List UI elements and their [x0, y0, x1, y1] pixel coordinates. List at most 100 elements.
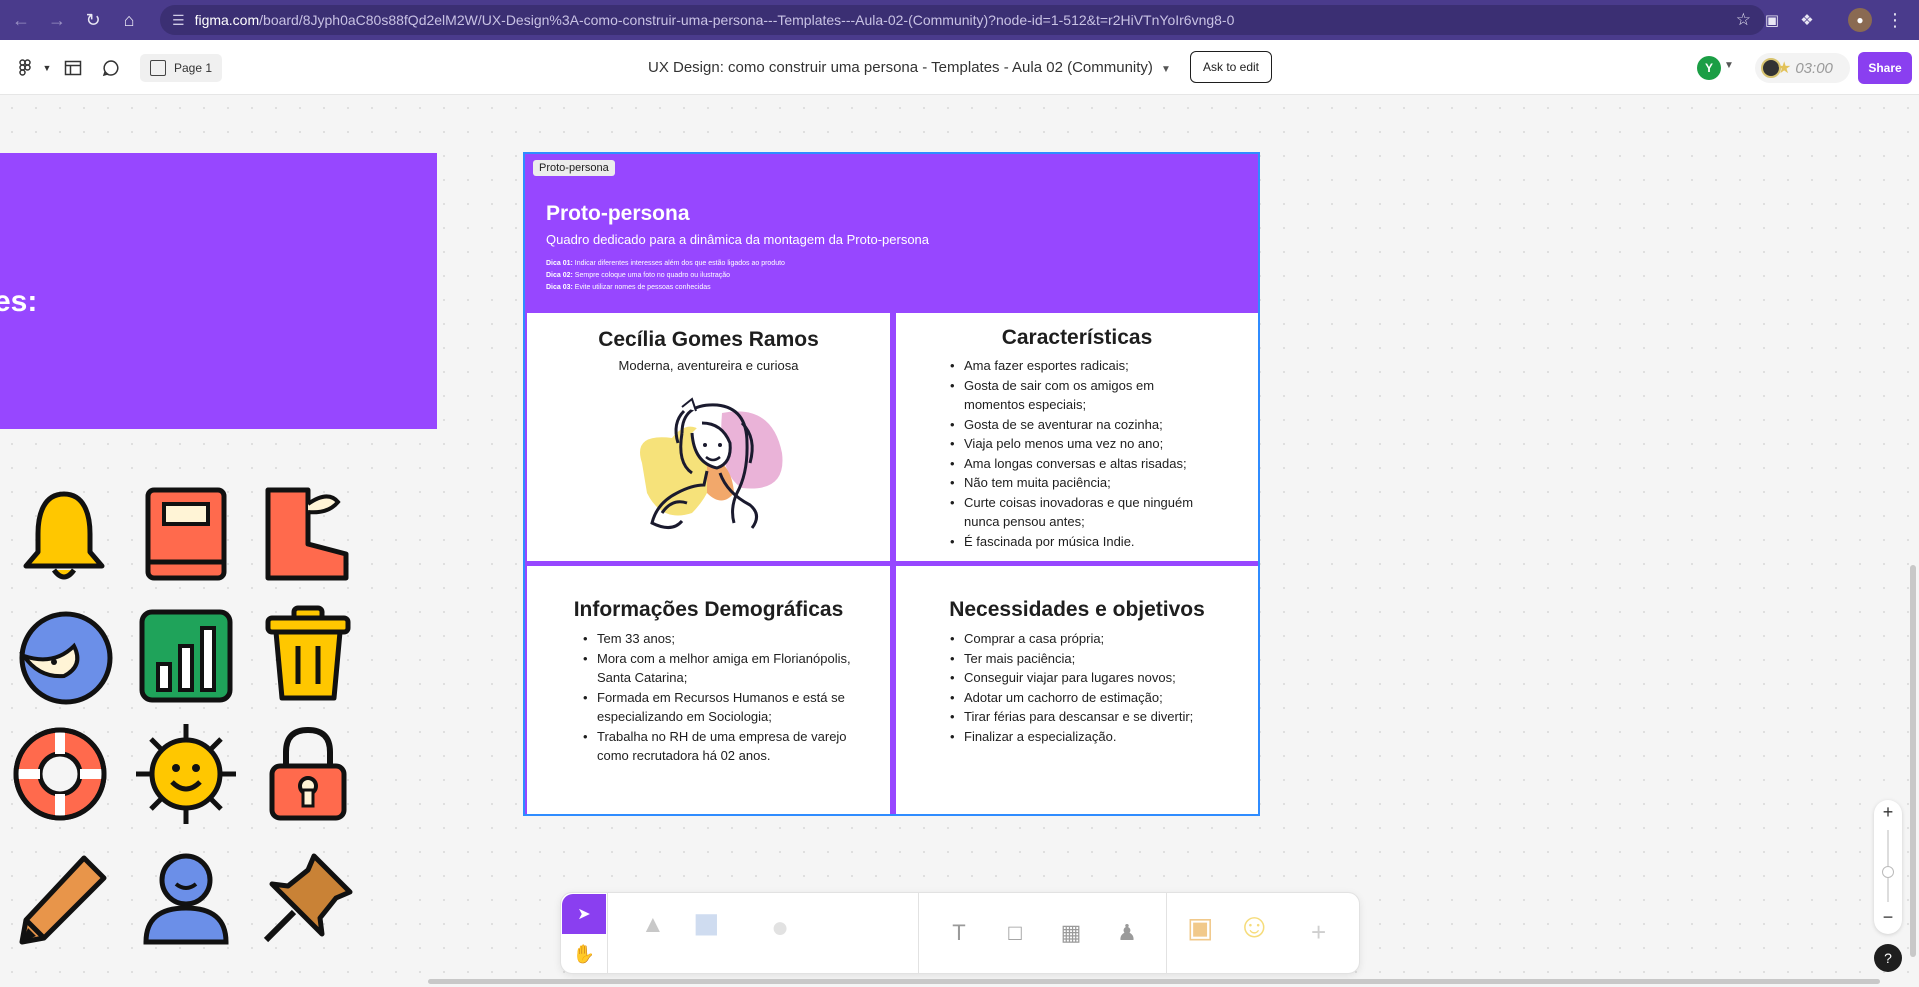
- reload-icon[interactable]: ↻: [78, 5, 108, 35]
- canvas[interactable]: es: Proto-persona Proto-persona Quadro d…: [0, 96, 1919, 987]
- layout-panel-icon[interactable]: [60, 55, 86, 81]
- list-item: Tirar férias para descansar e se diverti…: [950, 707, 1230, 727]
- profile-avatar[interactable]: ●: [1848, 8, 1872, 32]
- list-item: Ter mais paciência;: [950, 649, 1230, 669]
- user-avatar[interactable]: Y: [1697, 56, 1721, 80]
- cursor-tool-icon[interactable]: ➤: [562, 894, 606, 934]
- page-selector[interactable]: Page 1: [140, 54, 223, 82]
- persona-illustration[interactable]: [622, 393, 792, 543]
- pencil-icon[interactable]: [14, 848, 114, 948]
- padlock-icon[interactable]: [258, 724, 358, 824]
- text-tool-icon[interactable]: T: [941, 915, 977, 951]
- zoom-control: + −: [1874, 800, 1902, 934]
- pushpin-icon[interactable]: [258, 848, 358, 948]
- demographics-list: Tem 33 anos; Mora com a melhor amiga em …: [583, 629, 863, 766]
- more-tools-icon[interactable]: +: [1311, 917, 1326, 948]
- proto-persona-frame[interactable]: Proto-persona Proto-persona Quadro dedic…: [523, 152, 1260, 816]
- demographics-panel[interactable]: Informações Demográficas Tem 33 anos; Mo…: [527, 566, 890, 814]
- bottom-toolbar: ➤ ✋ ▲ ■ ● T □ ▦ ♟ ▣ ☺ +: [560, 892, 1360, 974]
- horizontal-scrollbar[interactable]: [428, 979, 1880, 984]
- needs-goals-list: Comprar a casa própria; Ter mais paciênc…: [950, 629, 1230, 746]
- zoom-slider-handle[interactable]: [1882, 866, 1894, 878]
- bookmark-star-icon[interactable]: ☆: [1736, 10, 1751, 30]
- browser-menu-icon[interactable]: ⋮: [1883, 8, 1907, 32]
- characteristics-panel[interactable]: Características Ama fazer esportes radic…: [896, 313, 1258, 561]
- list-item: Finalizar a especialização.: [950, 727, 1230, 747]
- needs-goals-panel[interactable]: Necessidades e objetivos Comprar a casa …: [896, 566, 1258, 814]
- shape-icon[interactable]: ●: [771, 911, 789, 945]
- extension-icon[interactable]: ▣: [1760, 8, 1784, 32]
- frame-title: Proto-persona: [546, 202, 690, 225]
- tip-row: Dica 01: Indicar diferentes interesses a…: [546, 260, 785, 267]
- user-icon[interactable]: [136, 848, 236, 948]
- demographics-title: Informações Demográficas: [573, 598, 844, 621]
- persona-panel[interactable]: Cecília Gomes Ramos Moderna, aventureira…: [527, 313, 890, 561]
- left-frame-text: es:: [0, 285, 38, 318]
- zoom-in-button[interactable]: +: [1874, 802, 1902, 823]
- needs-goals-title: Necessidades e objetivos: [949, 598, 1205, 621]
- divider: [1166, 893, 1167, 973]
- forward-icon[interactable]: →: [42, 5, 72, 35]
- list-item: Viaja pelo menos uma vez no ano;: [950, 434, 1210, 454]
- list-item: Formada em Recursos Humanos e está se es…: [583, 688, 863, 727]
- characteristics-title: Características: [1001, 326, 1153, 349]
- comment-icon[interactable]: [98, 55, 124, 81]
- persona-name: Cecília Gomes Ramos: [598, 328, 819, 351]
- list-item: Comprar a casa própria;: [950, 629, 1230, 649]
- timer-value: 03:00: [1795, 59, 1833, 77]
- frame-subtitle: Quadro dedicado para a dinâmica da monta…: [546, 232, 930, 247]
- stamp-tool-icon[interactable]: ♟: [1109, 915, 1145, 951]
- boot-icon[interactable]: [258, 484, 358, 584]
- trash-icon[interactable]: [258, 604, 358, 704]
- file-title[interactable]: UX Design: como construir uma persona - …: [648, 59, 1171, 76]
- browser-bar: ← → ↻ ⌂ ☰ figma.com/board/8Jyph0aC80s88f…: [0, 0, 1919, 40]
- figma-logo-icon: [19, 59, 31, 76]
- tip-row: Dica 02: Sempre coloque uma foto no quad…: [546, 272, 731, 279]
- back-icon[interactable]: ←: [6, 5, 36, 35]
- chevron-down-icon[interactable]: ▼: [34, 55, 60, 81]
- sticky-note-icon[interactable]: ■: [693, 899, 720, 949]
- chevron-down-icon[interactable]: ▼: [1724, 60, 1734, 71]
- stickers-icon[interactable]: ▣: [1187, 911, 1213, 944]
- share-button[interactable]: Share: [1858, 52, 1912, 84]
- characteristics-list: Ama fazer esportes radicais; Gosta de sa…: [950, 356, 1210, 551]
- figma-toolbar: ▼ Page 1 UX Design: como construir uma p…: [0, 40, 1919, 95]
- book-icon[interactable]: [136, 484, 236, 584]
- frame-label[interactable]: Proto-persona: [533, 160, 615, 176]
- emoji-icon[interactable]: ☺: [1237, 907, 1272, 946]
- moon-icon[interactable]: [14, 606, 114, 706]
- list-item: Tem 33 anos;: [583, 629, 863, 649]
- timer-widget[interactable]: ★ 03:00: [1755, 53, 1850, 83]
- tip-row: Dica 03: Evite utilizar nomes de pessoas…: [546, 284, 711, 291]
- table-tool-icon[interactable]: ▦: [1053, 915, 1089, 951]
- section-tool-icon[interactable]: □: [997, 915, 1033, 951]
- hand-tool-icon[interactable]: ✋: [562, 935, 606, 973]
- address-bar[interactable]: ☰ figma.com/board/8Jyph0aC80s88fQd2elM2W…: [160, 5, 1765, 35]
- bar-chart-icon[interactable]: [136, 606, 236, 706]
- zoom-out-button[interactable]: −: [1874, 907, 1902, 928]
- list-item: Ama longas conversas e altas risadas;: [950, 454, 1210, 474]
- list-item: Gosta de sair com os amigos em momentos …: [950, 376, 1210, 415]
- left-frame[interactable]: es:: [0, 153, 437, 429]
- list-item: Curte coisas inovadoras e que ninguém nu…: [950, 493, 1210, 532]
- list-item: É fascinada por música Indie.: [950, 532, 1210, 552]
- list-item: Gosta de se aventurar na cozinha;: [950, 415, 1210, 435]
- marker-icon[interactable]: ▲: [641, 911, 665, 939]
- page-label: Page 1: [174, 61, 213, 75]
- lifebuoy-icon[interactable]: [10, 724, 110, 824]
- list-item: Conseguir viajar para lugares novos;: [950, 668, 1230, 688]
- ask-to-edit-button[interactable]: Ask to edit: [1190, 51, 1272, 83]
- frame-tips: Dica 01: Indicar diferentes interesses a…: [546, 258, 785, 294]
- list-item: Ama fazer esportes radicais;: [950, 356, 1210, 376]
- page-icon: [150, 60, 166, 76]
- extensions-puzzle-icon[interactable]: ❖: [1795, 8, 1819, 32]
- home-icon[interactable]: ⌂: [114, 5, 144, 35]
- sun-icon[interactable]: [136, 724, 236, 824]
- help-button[interactable]: ?: [1874, 944, 1902, 972]
- site-settings-icon[interactable]: ☰: [172, 12, 185, 29]
- bell-icon[interactable]: [14, 486, 114, 586]
- file-title-text: UX Design: como construir uma persona - …: [648, 59, 1153, 76]
- star-icon: ★: [1777, 60, 1792, 77]
- list-item: Trabalha no RH de uma empresa de varejo …: [583, 727, 863, 766]
- vertical-scrollbar[interactable]: [1910, 565, 1916, 957]
